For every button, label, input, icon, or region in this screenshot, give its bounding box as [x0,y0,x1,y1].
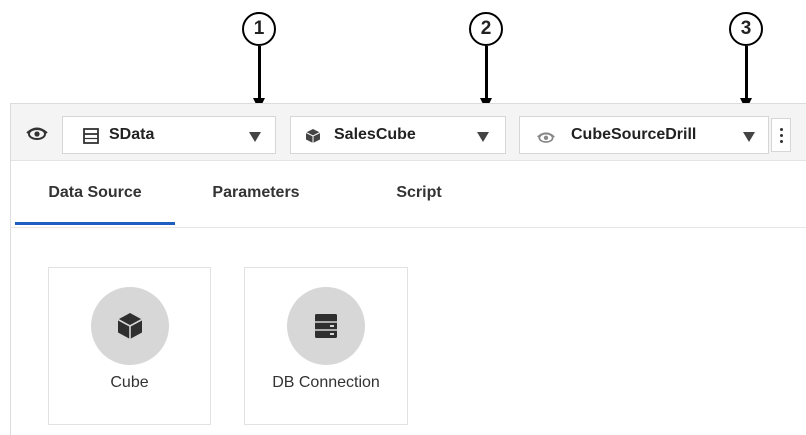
icon-badge [287,287,365,365]
tab-bar: Data Source Parameters Script [11,161,806,228]
source-dropdown-label: CubeSourceDrill [571,126,697,143]
more-vertical-icon[interactable] [771,118,791,152]
callout-number: 1 [242,12,276,46]
eye-icon[interactable] [25,125,49,141]
cube-icon [305,129,321,143]
cube-card-label: Cube [110,374,149,391]
table-icon [83,128,99,144]
db-connection-card[interactable]: DB Connection [244,267,408,425]
callout-2: 2 [469,12,503,110]
icon-badge [91,287,169,365]
cube-icon [117,313,143,339]
source-dropdown[interactable]: CubeSourceDrill [519,116,769,154]
datasource-dropdown-label: SData [109,126,155,143]
toolbar: SData SalesCube CubeSourceDrill [11,104,806,161]
tab-data-source[interactable]: Data Source [15,161,175,225]
callout-line [258,46,261,102]
tab-parameters[interactable]: Parameters [181,161,331,225]
caret-down-icon [743,132,755,142]
tab-script[interactable]: Script [344,161,494,225]
callout-number: 2 [469,12,503,46]
callout-number: 3 [729,12,763,46]
database-icon [315,314,337,338]
cube-card[interactable]: Cube [48,267,211,425]
callout-line [485,46,488,102]
eye-icon [537,132,555,143]
cube-dropdown[interactable]: SalesCube [290,116,506,154]
data-source-panel: SData SalesCube CubeSourceDrill Data Sou… [10,103,806,435]
caret-down-icon [477,132,489,142]
callout-3: 3 [729,12,763,110]
datasource-dropdown[interactable]: SData [62,116,276,154]
caret-down-icon [249,132,261,142]
callout-line [745,46,748,102]
db-connection-card-label: DB Connection [272,374,380,391]
cube-dropdown-label: SalesCube [334,126,416,143]
callout-1: 1 [242,12,276,110]
